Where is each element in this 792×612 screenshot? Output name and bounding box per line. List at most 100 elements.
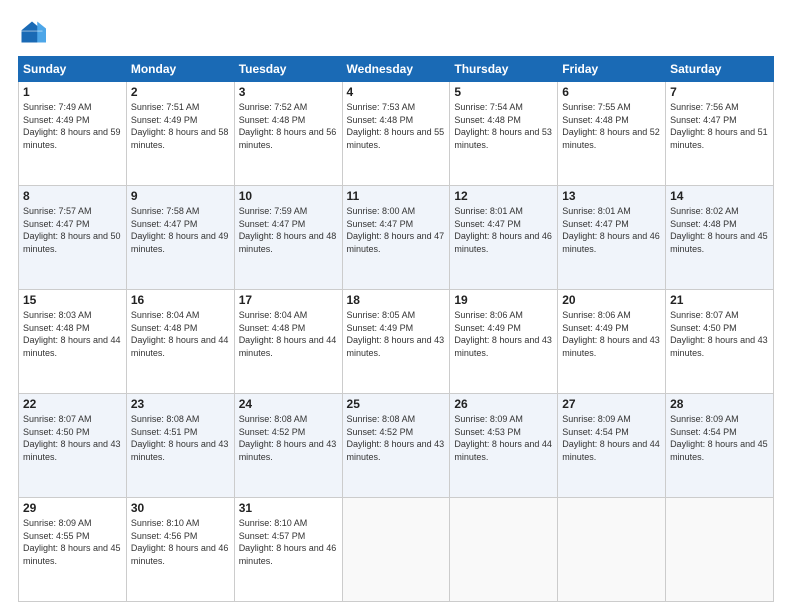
sunrise-label: Sunrise: 8:05 AM <box>347 310 416 320</box>
calendar-cell: 3 Sunrise: 7:52 AM Sunset: 4:48 PM Dayli… <box>234 82 342 186</box>
calendar-cell <box>342 498 450 602</box>
sunrise-label: Sunrise: 8:08 AM <box>239 414 308 424</box>
sunrise-label: Sunrise: 8:04 AM <box>131 310 200 320</box>
calendar-cell: 7 Sunrise: 7:56 AM Sunset: 4:47 PM Dayli… <box>666 82 774 186</box>
sunrise-label: Sunrise: 7:59 AM <box>239 206 308 216</box>
sunset-label: Sunset: 4:47 PM <box>454 219 521 229</box>
sunrise-label: Sunrise: 8:10 AM <box>131 518 200 528</box>
calendar-cell: 25 Sunrise: 8:08 AM Sunset: 4:52 PM Dayl… <box>342 394 450 498</box>
col-saturday: Saturday <box>666 57 774 82</box>
daylight-label: Daylight: 8 hours and 46 minutes. <box>131 543 229 566</box>
day-info: Sunrise: 8:07 AM Sunset: 4:50 PM Dayligh… <box>670 309 769 359</box>
calendar-cell: 29 Sunrise: 8:09 AM Sunset: 4:55 PM Dayl… <box>19 498 127 602</box>
day-info: Sunrise: 7:49 AM Sunset: 4:49 PM Dayligh… <box>23 101 122 151</box>
day-number: 28 <box>670 397 769 411</box>
day-info: Sunrise: 8:03 AM Sunset: 4:48 PM Dayligh… <box>23 309 122 359</box>
day-number: 20 <box>562 293 661 307</box>
calendar-cell: 4 Sunrise: 7:53 AM Sunset: 4:48 PM Dayli… <box>342 82 450 186</box>
day-info: Sunrise: 8:09 AM Sunset: 4:54 PM Dayligh… <box>670 413 769 463</box>
sunrise-label: Sunrise: 8:06 AM <box>454 310 523 320</box>
col-monday: Monday <box>126 57 234 82</box>
sunset-label: Sunset: 4:50 PM <box>23 427 90 437</box>
calendar-cell: 19 Sunrise: 8:06 AM Sunset: 4:49 PM Dayl… <box>450 290 558 394</box>
sunset-label: Sunset: 4:48 PM <box>239 115 306 125</box>
day-info: Sunrise: 7:51 AM Sunset: 4:49 PM Dayligh… <box>131 101 230 151</box>
calendar-header-row: Sunday Monday Tuesday Wednesday Thursday… <box>19 57 774 82</box>
sunset-label: Sunset: 4:49 PM <box>131 115 198 125</box>
day-info: Sunrise: 8:08 AM Sunset: 4:51 PM Dayligh… <box>131 413 230 463</box>
day-number: 6 <box>562 85 661 99</box>
calendar-cell: 15 Sunrise: 8:03 AM Sunset: 4:48 PM Dayl… <box>19 290 127 394</box>
daylight-label: Daylight: 8 hours and 46 minutes. <box>239 543 337 566</box>
calendar-cell: 16 Sunrise: 8:04 AM Sunset: 4:48 PM Dayl… <box>126 290 234 394</box>
sunrise-label: Sunrise: 7:54 AM <box>454 102 523 112</box>
sunset-label: Sunset: 4:51 PM <box>131 427 198 437</box>
day-number: 27 <box>562 397 661 411</box>
daylight-label: Daylight: 8 hours and 44 minutes. <box>562 439 660 462</box>
daylight-label: Daylight: 8 hours and 44 minutes. <box>23 335 121 358</box>
sunrise-label: Sunrise: 8:06 AM <box>562 310 631 320</box>
sunrise-label: Sunrise: 8:01 AM <box>454 206 523 216</box>
day-number: 3 <box>239 85 338 99</box>
day-number: 8 <box>23 189 122 203</box>
day-info: Sunrise: 8:08 AM Sunset: 4:52 PM Dayligh… <box>347 413 446 463</box>
calendar-cell: 20 Sunrise: 8:06 AM Sunset: 4:49 PM Dayl… <box>558 290 666 394</box>
sunrise-label: Sunrise: 8:09 AM <box>454 414 523 424</box>
calendar-cell: 27 Sunrise: 8:09 AM Sunset: 4:54 PM Dayl… <box>558 394 666 498</box>
day-number: 15 <box>23 293 122 307</box>
daylight-label: Daylight: 8 hours and 44 minutes. <box>131 335 229 358</box>
sunset-label: Sunset: 4:54 PM <box>670 427 737 437</box>
sunset-label: Sunset: 4:48 PM <box>562 115 629 125</box>
day-info: Sunrise: 7:53 AM Sunset: 4:48 PM Dayligh… <box>347 101 446 151</box>
calendar-cell: 2 Sunrise: 7:51 AM Sunset: 4:49 PM Dayli… <box>126 82 234 186</box>
sunrise-label: Sunrise: 8:00 AM <box>347 206 416 216</box>
day-info: Sunrise: 7:52 AM Sunset: 4:48 PM Dayligh… <box>239 101 338 151</box>
day-number: 1 <box>23 85 122 99</box>
day-number: 26 <box>454 397 553 411</box>
day-info: Sunrise: 8:02 AM Sunset: 4:48 PM Dayligh… <box>670 205 769 255</box>
sunrise-label: Sunrise: 7:55 AM <box>562 102 631 112</box>
calendar-cell: 6 Sunrise: 7:55 AM Sunset: 4:48 PM Dayli… <box>558 82 666 186</box>
sunset-label: Sunset: 4:47 PM <box>347 219 414 229</box>
sunset-label: Sunset: 4:49 PM <box>454 323 521 333</box>
calendar-table: Sunday Monday Tuesday Wednesday Thursday… <box>18 56 774 602</box>
daylight-label: Daylight: 8 hours and 56 minutes. <box>239 127 337 150</box>
daylight-label: Daylight: 8 hours and 43 minutes. <box>239 439 337 462</box>
day-info: Sunrise: 8:10 AM Sunset: 4:57 PM Dayligh… <box>239 517 338 567</box>
daylight-label: Daylight: 8 hours and 51 minutes. <box>670 127 768 150</box>
daylight-label: Daylight: 8 hours and 48 minutes. <box>239 231 337 254</box>
sunset-label: Sunset: 4:47 PM <box>562 219 629 229</box>
calendar-cell: 23 Sunrise: 8:08 AM Sunset: 4:51 PM Dayl… <box>126 394 234 498</box>
calendar-cell <box>450 498 558 602</box>
sunset-label: Sunset: 4:53 PM <box>454 427 521 437</box>
calendar-week-row: 15 Sunrise: 8:03 AM Sunset: 4:48 PM Dayl… <box>19 290 774 394</box>
sunset-label: Sunset: 4:47 PM <box>239 219 306 229</box>
day-info: Sunrise: 7:55 AM Sunset: 4:48 PM Dayligh… <box>562 101 661 151</box>
calendar-cell: 14 Sunrise: 8:02 AM Sunset: 4:48 PM Dayl… <box>666 186 774 290</box>
calendar-cell: 13 Sunrise: 8:01 AM Sunset: 4:47 PM Dayl… <box>558 186 666 290</box>
daylight-label: Daylight: 8 hours and 43 minutes. <box>347 439 445 462</box>
sunset-label: Sunset: 4:47 PM <box>670 115 737 125</box>
day-info: Sunrise: 8:09 AM Sunset: 4:55 PM Dayligh… <box>23 517 122 567</box>
daylight-label: Daylight: 8 hours and 46 minutes. <box>454 231 552 254</box>
day-info: Sunrise: 7:58 AM Sunset: 4:47 PM Dayligh… <box>131 205 230 255</box>
daylight-label: Daylight: 8 hours and 43 minutes. <box>670 335 768 358</box>
day-number: 18 <box>347 293 446 307</box>
daylight-label: Daylight: 8 hours and 43 minutes. <box>23 439 121 462</box>
sunrise-label: Sunrise: 8:04 AM <box>239 310 308 320</box>
col-sunday: Sunday <box>19 57 127 82</box>
calendar-cell: 8 Sunrise: 7:57 AM Sunset: 4:47 PM Dayli… <box>19 186 127 290</box>
day-number: 22 <box>23 397 122 411</box>
sunset-label: Sunset: 4:48 PM <box>670 219 737 229</box>
sunset-label: Sunset: 4:49 PM <box>562 323 629 333</box>
daylight-label: Daylight: 8 hours and 47 minutes. <box>347 231 445 254</box>
daylight-label: Daylight: 8 hours and 44 minutes. <box>454 439 552 462</box>
day-info: Sunrise: 8:08 AM Sunset: 4:52 PM Dayligh… <box>239 413 338 463</box>
col-wednesday: Wednesday <box>342 57 450 82</box>
day-info: Sunrise: 7:59 AM Sunset: 4:47 PM Dayligh… <box>239 205 338 255</box>
day-info: Sunrise: 8:01 AM Sunset: 4:47 PM Dayligh… <box>562 205 661 255</box>
day-number: 7 <box>670 85 769 99</box>
day-info: Sunrise: 7:56 AM Sunset: 4:47 PM Dayligh… <box>670 101 769 151</box>
sunrise-label: Sunrise: 8:09 AM <box>23 518 92 528</box>
calendar-cell: 28 Sunrise: 8:09 AM Sunset: 4:54 PM Dayl… <box>666 394 774 498</box>
